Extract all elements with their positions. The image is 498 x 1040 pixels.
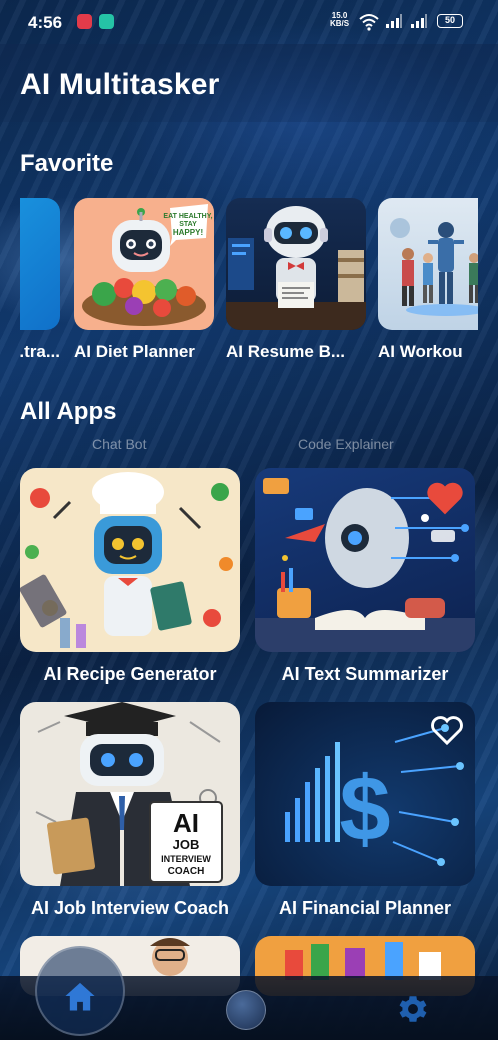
favorite-heart-outline-icon[interactable]	[429, 714, 465, 746]
faded-app-label: Code Explainer	[298, 436, 394, 452]
favorite-label: ...tra...	[20, 342, 60, 361]
favorite-label: AI Resume B...	[226, 342, 346, 361]
signal-icon-2	[411, 14, 427, 28]
status-bar: 4:56 15.0 KB/S 50	[0, 0, 498, 44]
net-speed: 15.0 KB/S	[330, 11, 350, 28]
app-title: AI Multitasker	[20, 68, 220, 101]
svg-text:HAPPY!: HAPPY!	[173, 228, 203, 237]
favorite-card-workout[interactable]: AI Workou	[378, 198, 478, 362]
avatar-icon[interactable]	[226, 990, 266, 1030]
message-notification-icon	[99, 14, 114, 29]
partial-app-thumb	[20, 198, 60, 330]
favorites-title: Favorite	[20, 150, 114, 177]
svg-text:COACH: COACH	[168, 866, 205, 877]
favorite-label: AI Workou	[378, 342, 463, 361]
favorites-carousel[interactable]: ...tra... EAT HEALTHY, STAY HAPPY!	[20, 198, 478, 368]
app-card-text-summarizer[interactable]: AI Text Summarizer	[255, 468, 475, 685]
bottom-navigation	[0, 946, 498, 1040]
app-card-recipe-generator[interactable]: AI Recipe Generator	[20, 468, 240, 685]
favorite-card-partial[interactable]: ...tra...	[20, 198, 60, 362]
app-label: AI Job Interview Coach	[30, 898, 230, 918]
app-label: AI Text Summarizer	[281, 664, 449, 684]
home-icon[interactable]	[62, 980, 98, 1012]
gear-icon[interactable]	[396, 992, 430, 1026]
faded-app-label: Chat Bot	[92, 436, 147, 452]
robot-bowtie-resume-image	[226, 198, 366, 330]
svg-text:EAT HEALTHY,: EAT HEALTHY,	[163, 213, 212, 220]
workout-people-image	[378, 198, 478, 330]
favorite-label: AI Diet Planner	[74, 342, 195, 361]
battery-indicator: 50	[437, 14, 463, 28]
app-header: AI Multitasker	[0, 44, 498, 122]
app-card-financial-planner[interactable]: $ AI Financial Planner	[255, 702, 475, 919]
svg-text:INTERVIEW: INTERVIEW	[161, 854, 211, 864]
robot-reading-book-image	[255, 468, 475, 652]
wifi-icon	[359, 14, 379, 31]
all-apps-title: All Apps	[20, 398, 117, 425]
svg-text:STAY: STAY	[179, 221, 197, 228]
favorite-heart-icon[interactable]	[425, 480, 465, 516]
svg-text:$: $	[339, 758, 390, 860]
dollar-circuit-image: $	[255, 702, 475, 886]
status-time: 4:56	[28, 13, 63, 32]
robot-chef-salad-image: EAT HEALTHY, STAY HAPPY!	[74, 198, 214, 330]
svg-text:JOB: JOB	[173, 837, 200, 852]
notification-app-icon	[77, 14, 92, 29]
robot-chef-image	[20, 468, 240, 652]
svg-text:AI: AI	[173, 808, 199, 838]
favorite-card-resume-builder[interactable]: AI Resume B...	[226, 198, 366, 362]
app-card-job-interview-coach[interactable]: AI JOB INTERVIEW COACH AI Job Interview …	[20, 702, 240, 919]
signal-icon	[386, 14, 402, 28]
robot-graduate-image: AI JOB INTERVIEW COACH	[20, 702, 240, 886]
app-label: AI Recipe Generator	[43, 664, 217, 684]
favorite-card-diet-planner[interactable]: EAT HEALTHY, STAY HAPPY! AI Diet Planner	[74, 198, 214, 362]
app-label: AI Financial Planner	[278, 898, 452, 918]
